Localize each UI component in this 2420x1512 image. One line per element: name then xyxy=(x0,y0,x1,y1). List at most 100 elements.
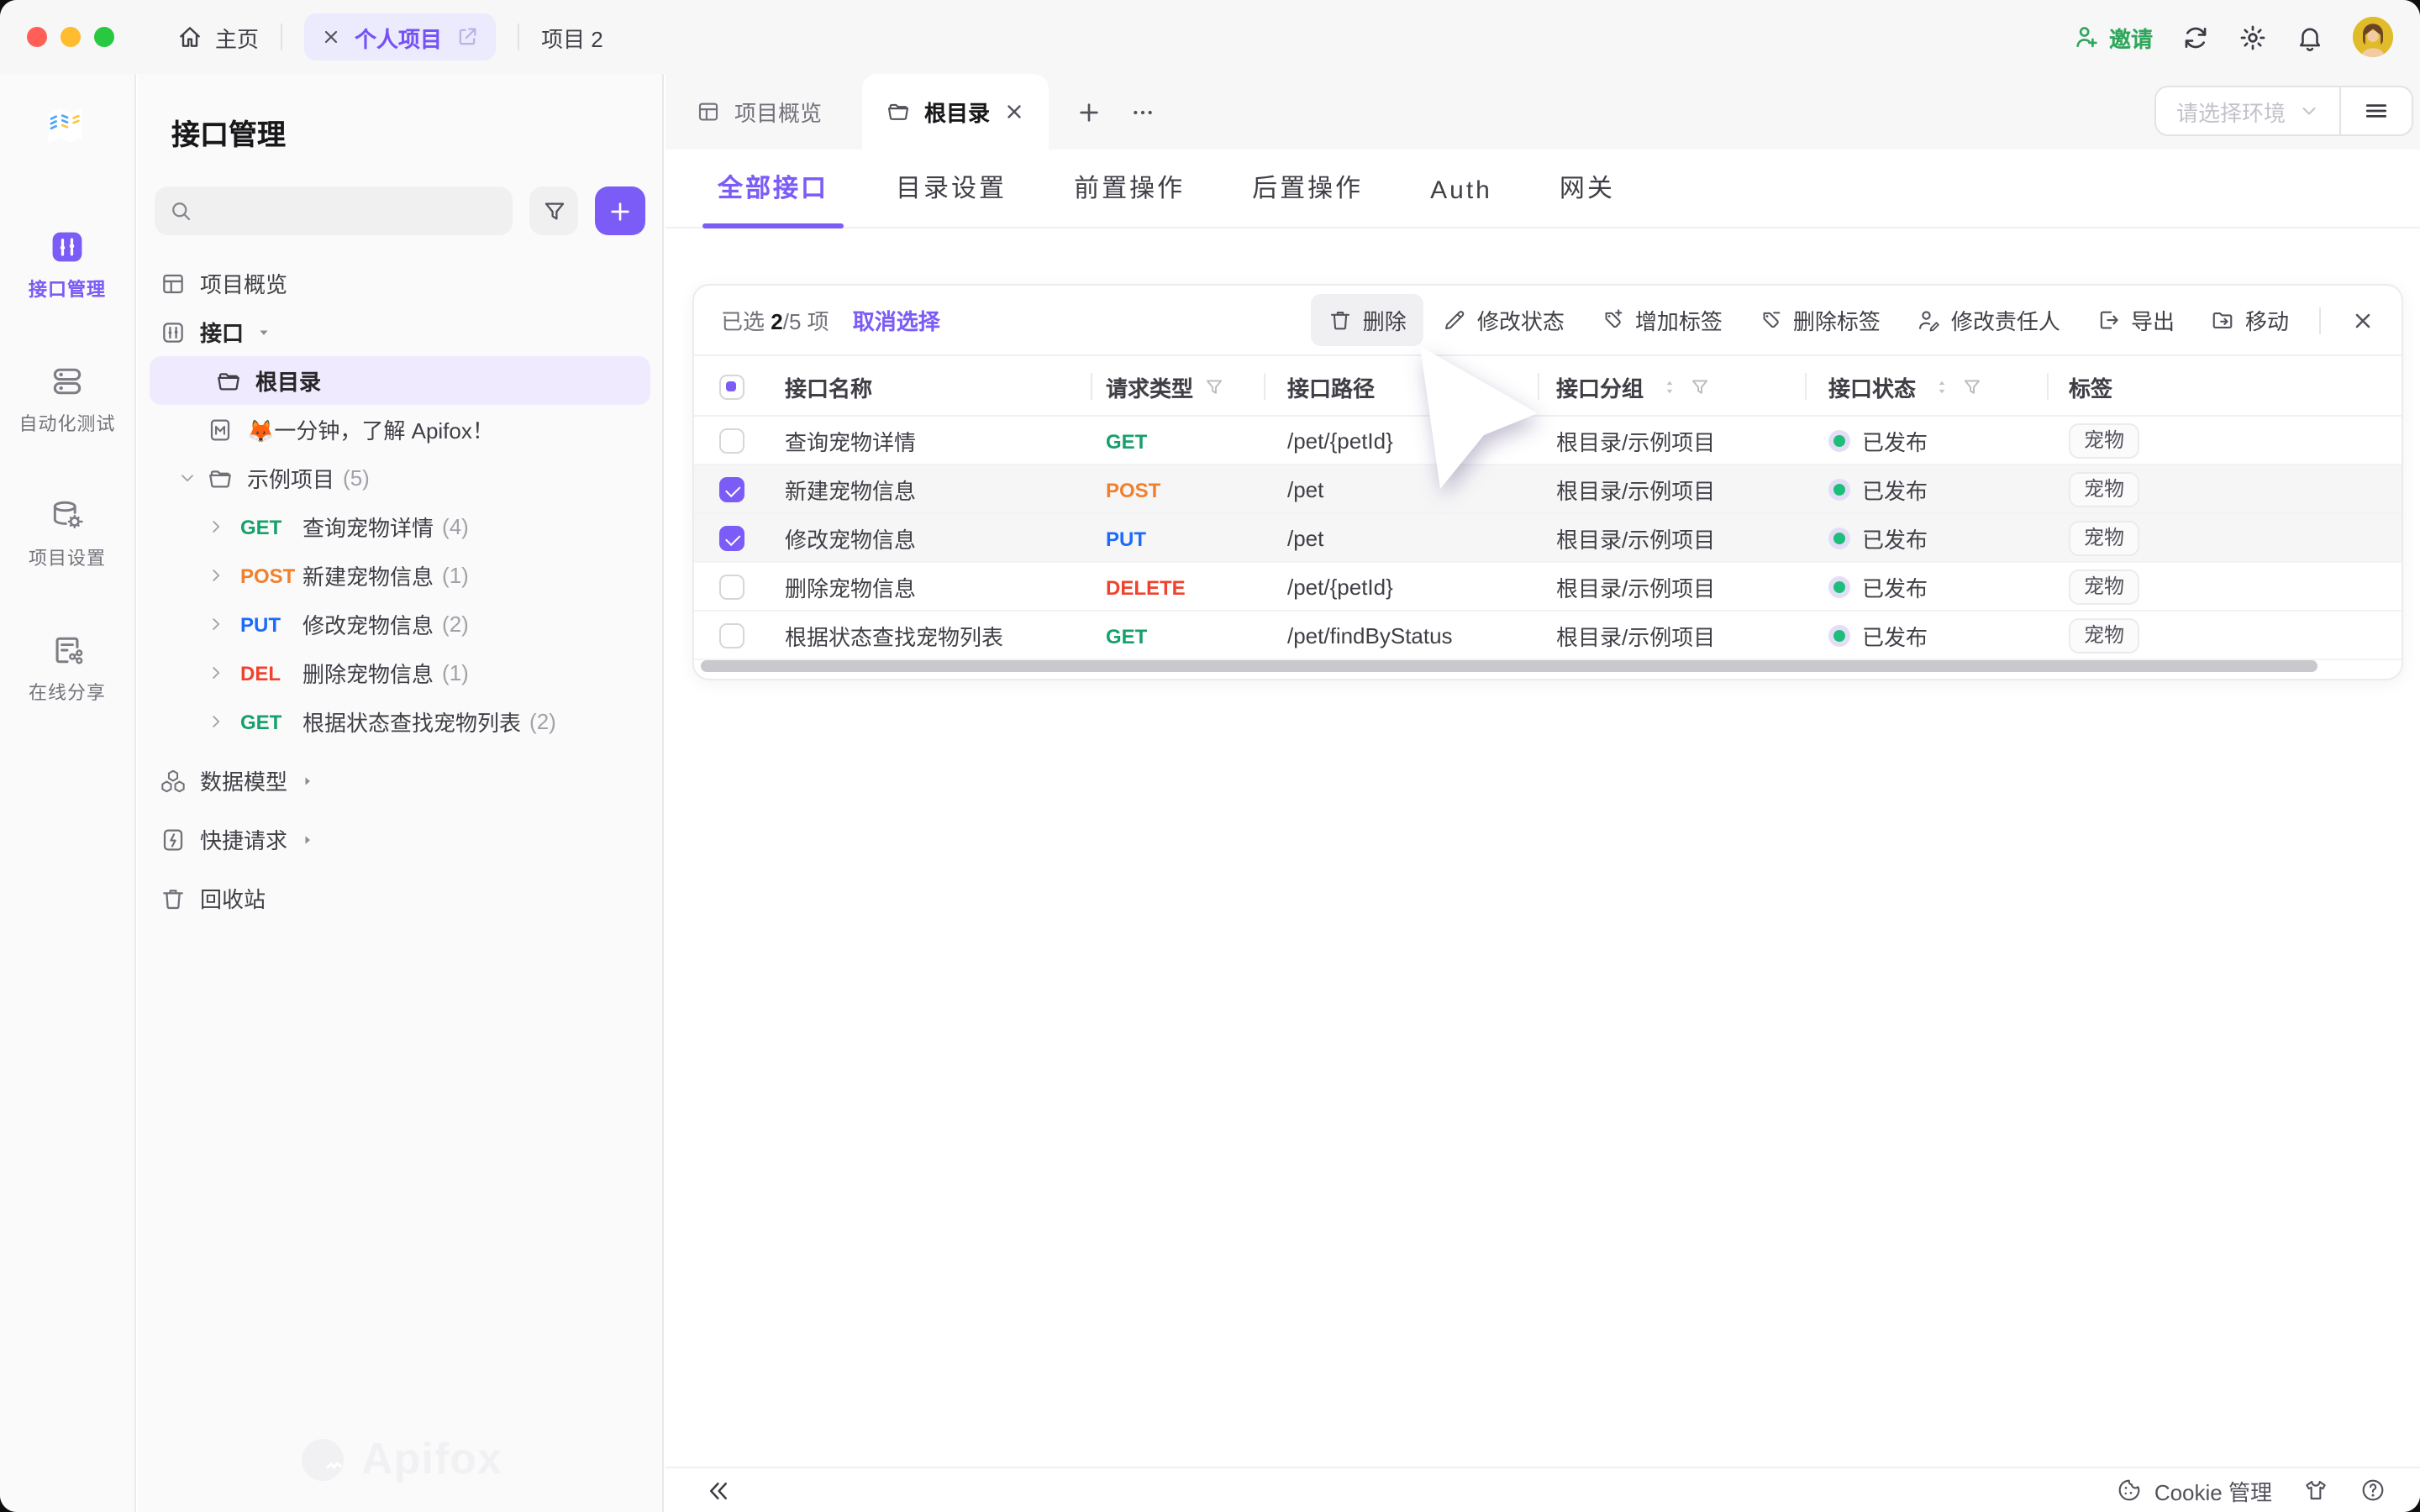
rail-item-api-management[interactable]: 接口管理 xyxy=(29,228,106,302)
project2-tab[interactable]: 项目 2 xyxy=(541,21,603,53)
rail-item-project-settings[interactable]: 项目设置 xyxy=(29,497,106,571)
row-checkbox[interactable] xyxy=(718,428,744,454)
gear-icon[interactable] xyxy=(2238,23,2267,51)
plus-icon xyxy=(607,197,634,224)
tree-endpoint[interactable]: GET 查询宠物详情 (4) xyxy=(138,502,662,551)
remove-tag-button[interactable]: 删除标签 xyxy=(1758,304,1881,336)
row-checkbox[interactable] xyxy=(718,477,744,502)
table-row[interactable]: 删除宠物信息 DELETE /pet/{petId} 根目录/示例项目 已发布 … xyxy=(694,563,2402,612)
external-link-icon[interactable] xyxy=(455,25,479,49)
column-tags[interactable]: 标签 xyxy=(2047,356,2402,417)
add-button[interactable] xyxy=(595,186,645,235)
tree-endpoint[interactable]: PUT 修改宠物信息 (2) xyxy=(138,600,662,648)
sort-icon[interactable] xyxy=(1660,377,1679,396)
search-input[interactable] xyxy=(203,198,499,223)
move-button[interactable]: 移动 xyxy=(2210,304,2289,336)
row-checkbox[interactable] xyxy=(718,575,744,600)
filter-icon[interactable] xyxy=(1689,375,1711,397)
tree-endpoint[interactable]: GET 根据状态查找宠物列表 (2) xyxy=(138,697,662,746)
more-tabs-icon[interactable] xyxy=(1129,98,1156,125)
tree-endpoint[interactable]: POST 新建宠物信息 (1) xyxy=(138,551,662,600)
subtab-pre-operations[interactable]: 前置操作 xyxy=(1065,170,1193,227)
tree-item-example-folder[interactable]: 示例项目 (5) xyxy=(138,454,662,502)
column-path[interactable]: 接口路径 xyxy=(1264,356,1538,417)
subtab-auth[interactable]: Auth xyxy=(1422,176,1501,227)
sidebar-item-data-models[interactable]: 数据模型 xyxy=(138,756,662,805)
home-tab[interactable]: 主页 xyxy=(176,21,259,53)
chevron-right-icon[interactable] xyxy=(207,566,225,585)
table-row[interactable]: 新建宠物信息 POST /pet 根目录/示例项目 已发布 宠物 xyxy=(694,465,2402,514)
close-toolbar-icon[interactable] xyxy=(2351,308,2375,332)
cancel-selection-link[interactable]: 取消选择 xyxy=(853,304,940,336)
personal-project-tab[interactable]: 个人项目 xyxy=(304,13,496,60)
scrollbar-thumb[interactable] xyxy=(701,660,2317,672)
chevron-right-icon[interactable] xyxy=(207,615,225,633)
bell-icon[interactable] xyxy=(2296,23,2324,51)
document-tabstrip: 项目概览 根目录 请选择环境 xyxy=(666,74,2420,150)
column-method[interactable]: 请求类型 xyxy=(1091,356,1264,417)
tshirt-theme-icon[interactable] xyxy=(2302,1477,2329,1504)
delete-button[interactable]: 删除 xyxy=(1311,294,1423,346)
chevron-right-icon[interactable] xyxy=(207,712,225,731)
column-status[interactable]: 接口状态 xyxy=(1805,356,2047,417)
tree-item-doc[interactable]: 🦊一分钟，了解 Apifox！ xyxy=(138,405,662,454)
environment-menu-button[interactable] xyxy=(2341,97,2412,124)
close-icon[interactable] xyxy=(321,27,341,47)
caret-right-icon[interactable] xyxy=(299,772,316,789)
collapse-sidebar-icon[interactable] xyxy=(706,1478,731,1503)
avatar[interactable] xyxy=(2353,17,2393,57)
apifox-logo[interactable] xyxy=(32,91,103,161)
chevron-right-icon[interactable] xyxy=(207,517,225,536)
search-box[interactable] xyxy=(155,186,513,235)
tree-item-root-folder[interactable]: 根目录 xyxy=(150,356,650,405)
rail-item-automated-testing[interactable]: 自动化测试 xyxy=(19,363,116,437)
table-row[interactable]: 修改宠物信息 PUT /pet 根目录/示例项目 已发布 宠物 xyxy=(694,514,2402,563)
minimize-window-button[interactable] xyxy=(60,27,81,47)
chevron-down-icon[interactable] xyxy=(178,469,197,487)
subtab-post-operations[interactable]: 后置操作 xyxy=(1244,170,1371,227)
cookie-management-button[interactable]: Cookie 管理 xyxy=(2116,1474,2272,1506)
sidebar-item-recycle-bin[interactable]: 回收站 xyxy=(138,874,662,922)
change-owner-button[interactable]: 修改责任人 xyxy=(1916,304,2060,336)
table-row[interactable]: 根据状态查找宠物列表 GET /pet/findByStatus 根目录/示例项… xyxy=(694,612,2402,660)
sync-icon[interactable] xyxy=(2181,23,2210,51)
sidebar-item-apis[interactable]: 接口 xyxy=(138,307,662,356)
divider xyxy=(2319,307,2321,333)
export-button[interactable]: 导出 xyxy=(2096,304,2175,336)
filter-button[interactable] xyxy=(529,186,578,235)
chevron-right-icon[interactable] xyxy=(207,664,225,682)
subtab-gateway[interactable]: 网关 xyxy=(1551,170,1623,227)
column-group[interactable]: 接口分组 xyxy=(1538,356,1805,417)
sidebar-item-quick-request[interactable]: 快捷请求 xyxy=(138,815,662,864)
tab-project-overview[interactable]: 项目概览 xyxy=(672,74,845,150)
status-cell: 已发布 xyxy=(1805,465,2047,514)
add-tag-button[interactable]: 增加标签 xyxy=(1600,304,1723,336)
caret-down-icon[interactable] xyxy=(255,323,272,340)
subtab-all-apis[interactable]: 全部接口 xyxy=(709,170,837,227)
filter-icon[interactable] xyxy=(1961,375,1983,397)
tree-endpoint[interactable]: DEL 删除宠物信息 (1) xyxy=(138,648,662,697)
zoom-window-button[interactable] xyxy=(94,27,114,47)
sidebar-item-project-overview[interactable]: 项目概览 xyxy=(138,259,662,307)
filter-icon[interactable] xyxy=(1203,375,1225,397)
environment-select[interactable]: 请选择环境 xyxy=(2156,95,2339,127)
caret-right-icon[interactable] xyxy=(299,831,316,848)
row-checkbox[interactable] xyxy=(718,526,744,551)
change-status-button[interactable]: 修改状态 xyxy=(1442,304,1565,336)
horizontal-scrollbar[interactable] xyxy=(694,660,2402,674)
close-window-button[interactable] xyxy=(27,27,47,47)
row-checkbox[interactable] xyxy=(718,623,744,648)
table-row[interactable]: 查询宠物详情 GET /pet/{petId} 根目录/示例项目 已发布 宠物 xyxy=(694,417,2402,465)
select-all-checkbox[interactable] xyxy=(718,374,744,399)
sort-icon[interactable] xyxy=(1933,377,1951,396)
subtab-folder-settings[interactable]: 目录设置 xyxy=(887,170,1015,227)
help-icon[interactable] xyxy=(2360,1477,2386,1504)
invite-button[interactable]: 邀请 xyxy=(2074,21,2153,53)
tag-chip: 宠物 xyxy=(2069,472,2139,507)
folder-icon xyxy=(886,99,911,124)
rail-item-online-sharing[interactable]: 在线分享 xyxy=(29,632,106,706)
column-name[interactable]: 接口名称 xyxy=(768,356,1091,417)
tab-root-folder[interactable]: 根目录 xyxy=(862,74,1049,150)
new-tab-plus-icon[interactable] xyxy=(1076,98,1102,125)
close-icon[interactable] xyxy=(1003,101,1025,123)
